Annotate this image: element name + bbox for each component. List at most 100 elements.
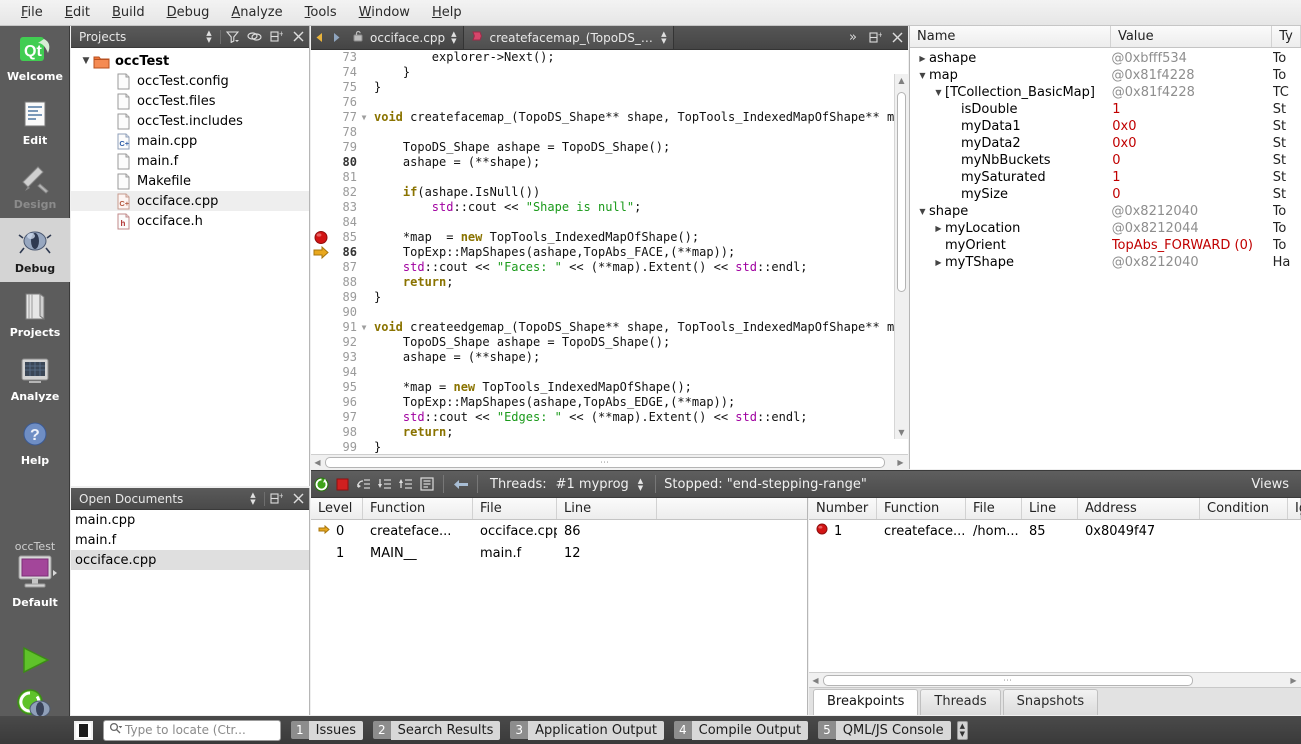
forward-arrow-icon[interactable] bbox=[328, 26, 345, 49]
project-tree-item-occtest[interactable]: ▼ occTest bbox=[71, 51, 309, 71]
search-input[interactable]: Type to locate (Ctr... bbox=[103, 719, 281, 741]
project-tree-item-occiface-cpp[interactable]: C+ occiface.cpp bbox=[71, 191, 309, 211]
step-into-icon[interactable] bbox=[374, 470, 395, 498]
scroll-right-arrow-icon[interactable]: ▶ bbox=[894, 458, 907, 467]
mode-projects[interactable]: Projects bbox=[0, 282, 70, 346]
panel-combo-spinner-icon[interactable]: ▲ ▼ bbox=[198, 26, 220, 48]
output-pane-spinner-icon[interactable]: ▲ ▼ bbox=[956, 720, 969, 740]
menu-tools[interactable]: Tools bbox=[294, 2, 348, 23]
locals-row[interactable]: myData2 0x0 St bbox=[910, 135, 1301, 152]
breakpoints-horizontal-scrollbar[interactable]: ◀ ⋯ ▶ bbox=[809, 672, 1301, 687]
menu-build[interactable]: Build bbox=[101, 2, 156, 23]
locals-row[interactable]: ▶ ashape @0xbfff534 To bbox=[910, 50, 1301, 67]
split-icon[interactable]: + bbox=[265, 26, 287, 48]
mode-analyze[interactable]: Analyze bbox=[0, 346, 70, 410]
scrollbar-thumb[interactable] bbox=[897, 92, 906, 292]
chevron-down-icon[interactable]: ▼ bbox=[916, 207, 929, 216]
mode-edit[interactable]: Edit bbox=[0, 90, 70, 154]
code-viewport[interactable]: 73 explorer->Next(); 74 } 75} 76 77 ▼ void cr… bbox=[311, 50, 908, 454]
stack-frame-row[interactable]: 1 MAIN__ main.f 12 bbox=[311, 542, 807, 564]
scroll-left-arrow-icon[interactable]: ◀ bbox=[809, 676, 822, 685]
project-tree-item-occtest-config[interactable]: occTest.config bbox=[71, 71, 309, 91]
locals-row[interactable]: ▼ map @0x81f4228 To bbox=[910, 67, 1301, 84]
open-document-occiface-cpp[interactable]: occiface.cpp bbox=[71, 550, 309, 570]
threads-combobox[interactable]: Threads: #1 myprog ▲ ▼ bbox=[484, 477, 649, 492]
fold-toggle-icon[interactable]: ▼ bbox=[359, 110, 369, 125]
editor-horizontal-scrollbar[interactable]: ◀ ⋯ ▶ bbox=[311, 454, 908, 469]
left-arrow-icon[interactable] bbox=[450, 470, 471, 498]
locals-row[interactable]: ▼ [TCollection_BasicMap] @0x81f4228 TC bbox=[910, 84, 1301, 101]
open-document-main-f[interactable]: main.f bbox=[71, 530, 309, 550]
locals-row[interactable]: ▶ myLocation @0x8212044 To bbox=[910, 220, 1301, 237]
mode-welcome[interactable]: Qt Welcome bbox=[0, 26, 70, 90]
breakpoint-enabled-icon[interactable] bbox=[816, 523, 828, 539]
tab-threads[interactable]: Threads bbox=[920, 689, 1001, 715]
stack-column-file[interactable]: File bbox=[473, 498, 557, 519]
scrollbar-thumb[interactable]: ⋯ bbox=[823, 675, 1193, 686]
chevron-updown-icon[interactable]: ▲ ▼ bbox=[661, 31, 666, 45]
tab-breakpoints[interactable]: Breakpoints bbox=[813, 689, 919, 715]
locals-row[interactable]: myOrient TopAbs_FORWARD (0) To bbox=[910, 237, 1301, 254]
chevron-right-icon[interactable]: ▶ bbox=[916, 54, 929, 63]
locals-column-ty[interactable]: Ty bbox=[1272, 26, 1301, 47]
menu-debug[interactable]: Debug bbox=[156, 2, 221, 23]
sidebar-toggle-icon[interactable] bbox=[74, 720, 93, 740]
editor-tab-1[interactable]: createfacemap_(TopoDS_Sh... ▲ ▼ bbox=[464, 26, 675, 49]
open-document-main-cpp[interactable]: main.cpp bbox=[71, 510, 309, 530]
locals-column-name[interactable]: Name bbox=[910, 26, 1111, 47]
kit-selector[interactable]: occTest Default bbox=[0, 540, 70, 609]
editor-tab-0[interactable]: occiface.cpp ▲ ▼ bbox=[345, 26, 465, 49]
locals-row[interactable]: mySaturated 1 St bbox=[910, 169, 1301, 186]
step-out-icon[interactable] bbox=[395, 470, 416, 498]
filter-icon[interactable] bbox=[221, 26, 243, 48]
chevron-updown-icon[interactable]: ▲ ▼ bbox=[451, 31, 456, 45]
stack-column-line[interactable]: Line bbox=[557, 498, 657, 519]
chevron-right-icon[interactable]: ▶ bbox=[932, 258, 945, 267]
locals-row[interactable]: ▼ shape @0x8212040 To bbox=[910, 203, 1301, 220]
stack-column-level[interactable]: Level bbox=[311, 498, 363, 519]
chevron-down-icon[interactable]: ▼ bbox=[932, 88, 945, 97]
overflow-icon[interactable]: » bbox=[842, 26, 864, 49]
mode-help[interactable]: ? Help bbox=[0, 410, 70, 474]
chevron-right-icon[interactable]: ▶ bbox=[932, 224, 945, 233]
panel-combo-spinner-icon[interactable]: ▲ ▼ bbox=[242, 488, 264, 510]
close-icon[interactable] bbox=[287, 488, 309, 510]
mode-design[interactable]: Design bbox=[0, 154, 70, 218]
scroll-down-arrow-icon[interactable]: ▼ bbox=[895, 428, 908, 437]
breakpoints-column-address[interactable]: Address bbox=[1078, 498, 1200, 519]
views-button[interactable]: Views bbox=[1239, 477, 1301, 492]
link-sync-icon[interactable] bbox=[243, 26, 265, 48]
locals-row[interactable]: myNbBuckets 0 St bbox=[910, 152, 1301, 169]
project-tree-item-occtest-includes[interactable]: occTest.includes bbox=[71, 111, 309, 131]
breakpoints-column-condition[interactable]: Condition bbox=[1200, 498, 1288, 519]
locals-column-value[interactable]: Value bbox=[1111, 26, 1273, 47]
chevron-down-icon[interactable]: ▼ bbox=[79, 56, 93, 66]
menu-file[interactable]: File bbox=[10, 2, 54, 23]
project-tree-item-main-cpp[interactable]: C+ main.cpp bbox=[71, 131, 309, 151]
breakpoints-column-function[interactable]: Function bbox=[877, 498, 966, 519]
output-pane-compile-output[interactable]: 4 Compile Output bbox=[674, 720, 809, 740]
breakpoints-column-ig[interactable]: Ig bbox=[1288, 498, 1301, 519]
breakpoint-row[interactable]: 1 createface... /hom... 85 0x8049f47 bbox=[809, 520, 1301, 542]
output-pane-issues[interactable]: 1 Issues bbox=[291, 720, 364, 740]
close-icon[interactable] bbox=[886, 26, 908, 49]
split-icon[interactable]: + bbox=[265, 488, 287, 510]
stack-column-function[interactable]: Function bbox=[363, 498, 473, 519]
instruction-list-icon[interactable] bbox=[416, 470, 437, 498]
split-icon[interactable]: + bbox=[864, 26, 886, 49]
output-pane-search-results[interactable]: 2 Search Results bbox=[373, 720, 501, 740]
continue-green-icon[interactable] bbox=[311, 470, 332, 498]
close-icon[interactable] bbox=[287, 26, 309, 48]
project-tree-item-main-f[interactable]: main.f bbox=[71, 151, 309, 171]
chevron-updown-icon[interactable]: ▲ ▼ bbox=[638, 477, 643, 491]
chevron-down-icon[interactable]: ▼ bbox=[916, 71, 929, 80]
locals-row[interactable]: ▶ myTShape @0x8212040 Ha bbox=[910, 254, 1301, 271]
scrollbar-thumb[interactable]: ⋯ bbox=[325, 457, 885, 468]
menu-window[interactable]: Window bbox=[348, 2, 421, 23]
menu-analyze[interactable]: Analyze bbox=[220, 2, 293, 23]
locals-row[interactable]: myData1 0x0 St bbox=[910, 118, 1301, 135]
breakpoints-column-number[interactable]: Number bbox=[809, 498, 877, 519]
editor-vertical-scrollbar[interactable]: ▲ ▼ bbox=[894, 74, 908, 439]
stop-red-icon[interactable] bbox=[332, 470, 353, 498]
output-pane-qml-js-console[interactable]: 5 QML/JS Console bbox=[818, 720, 951, 740]
